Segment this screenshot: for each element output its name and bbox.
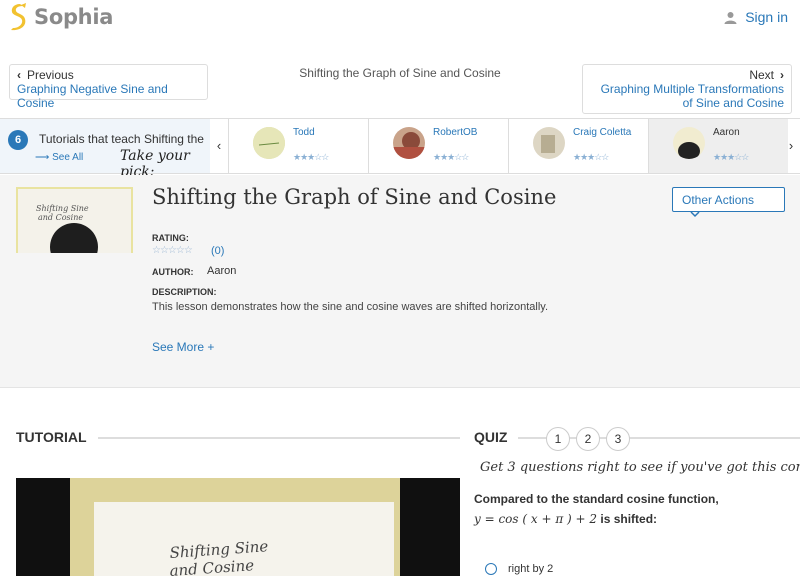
brand-name: Sophia xyxy=(34,5,114,29)
see-all-link[interactable]: ⟶ See All xyxy=(35,152,83,163)
sign-in-label: Sign in xyxy=(745,9,788,25)
rating-stars: ★★★☆☆ xyxy=(433,152,469,162)
user-icon xyxy=(724,11,737,24)
rating-stars: ★★★☆☆ xyxy=(573,152,609,162)
arrow-right-icon: ⟶ xyxy=(35,152,53,163)
tutorial-video-player[interactable]: Shifting Sine and Cosine xyxy=(16,478,460,576)
quiz-option[interactable]: right by 2 xyxy=(485,563,553,575)
lesson-navigation: ‹ Previous Graphing Negative Sine and Cos… xyxy=(0,56,800,116)
quiz-option-label: right by 2 xyxy=(508,563,554,575)
author-name: Aaron xyxy=(207,265,237,277)
carousel-item-todd[interactable]: Todd ★★★☆☆ xyxy=(228,119,368,173)
quiz-question-2[interactable]: 2 xyxy=(576,427,600,451)
next-label: Next xyxy=(749,68,774,82)
sign-in-link[interactable]: Sign in xyxy=(724,9,788,25)
carousel-intro-text: Tutorials that teach Shifting the xyxy=(39,132,204,146)
svg-text:and Cosine: and Cosine xyxy=(38,213,83,222)
tutorial-count-badge: 6 xyxy=(8,130,28,150)
tutorial-author: Aaron xyxy=(713,127,740,138)
carousel-intro: 6 Tutorials that teach Shifting the ⟶ Se… xyxy=(0,119,210,180)
carousel-item-aaron[interactable]: Aaron ★★★☆☆ xyxy=(648,119,788,173)
next-lesson-link[interactable]: Next › Graphing Multiple Transformations … xyxy=(582,64,792,114)
sophia-logo-icon xyxy=(8,3,30,31)
rating-stars: ★★★☆☆ xyxy=(713,152,749,162)
rating-label: RATING: xyxy=(152,233,189,243)
previous-label: Previous xyxy=(27,68,74,82)
tutorial-author: Todd xyxy=(293,127,315,138)
quiz-question-3[interactable]: 3 xyxy=(606,427,630,451)
carousel-next-arrow[interactable]: › xyxy=(782,119,800,173)
sophia-logo[interactable]: Sophia xyxy=(8,3,113,31)
tutorial-thumbnail xyxy=(533,127,565,159)
see-more-link[interactable]: See More + xyxy=(152,340,214,354)
lesson-info-panel: Shifting Sine and Cosine Shifting the Gr… xyxy=(0,175,800,388)
chevron-down-icon xyxy=(690,211,700,218)
author-label: AUTHOR: xyxy=(152,267,194,277)
tutorial-author: RobertOB xyxy=(433,127,478,138)
tutorial-heading: TUTORIAL xyxy=(16,429,87,445)
radio-button[interactable] xyxy=(485,563,497,575)
lesson-rating-stars[interactable]: ☆☆☆☆☆ xyxy=(152,245,193,256)
tutorial-thumbnail xyxy=(253,127,285,159)
top-bar: Sophia Sign in xyxy=(0,0,800,36)
description-label: DESCRIPTION: xyxy=(152,287,217,297)
quiz-formula: y = cos ( x + π ) + 2 xyxy=(474,512,598,526)
quiz-formula-suffix: is shifted: xyxy=(597,512,658,526)
quiz-prompt: Get 3 questions right to see if you've g… xyxy=(480,460,800,475)
tutorial-thumbnail xyxy=(673,127,705,159)
tutorials-carousel: 6 Tutorials that teach Shifting the ⟶ Se… xyxy=(0,118,800,180)
quiz-formula-line: y = cos ( x + π ) + 2 is shifted: xyxy=(474,512,657,526)
chevron-left-icon: ‹ xyxy=(17,68,21,82)
carousel-prev-arrow[interactable]: ‹ xyxy=(210,119,228,173)
chevron-right-icon: › xyxy=(780,68,784,82)
lesson-title: Shifting the Graph of Sine and Cosine xyxy=(152,185,557,209)
carousel-item-craig-coletta[interactable]: Craig Coletta ★★★☆☆ xyxy=(508,119,648,173)
tutorial-author: Craig Coletta xyxy=(573,127,632,138)
current-lesson-title: Shifting the Graph of Sine and Cosine xyxy=(299,66,501,80)
other-actions-button[interactable]: Other Actions xyxy=(672,187,785,218)
lesson-description: This lesson demonstrates how the sine an… xyxy=(152,301,549,313)
lesson-thumbnail[interactable]: Shifting Sine and Cosine xyxy=(16,187,133,253)
previous-lesson-title: Graphing Negative Sine and Cosine xyxy=(17,82,168,110)
rating-stars: ★★★☆☆ xyxy=(293,152,329,162)
see-all-label: See All xyxy=(52,152,84,163)
next-lesson-title: Graphing Multiple Transformations of Sin… xyxy=(600,82,784,110)
other-actions-label: Other Actions xyxy=(682,193,755,207)
carousel-item-robertob[interactable]: RobertOB ★★★☆☆ xyxy=(368,119,508,173)
previous-lesson-link[interactable]: ‹ Previous Graphing Negative Sine and Cos… xyxy=(9,64,208,110)
quiz-question-text: Compared to the standard cosine function… xyxy=(474,492,719,506)
rating-count[interactable]: (0) xyxy=(211,245,224,257)
quiz-question-1[interactable]: 1 xyxy=(546,427,570,451)
tutorial-thumbnail xyxy=(393,127,425,159)
tutorial-divider xyxy=(98,437,460,439)
quiz-heading: QUIZ xyxy=(474,429,508,445)
svg-text:Shifting Sine: Shifting Sine xyxy=(36,204,89,213)
